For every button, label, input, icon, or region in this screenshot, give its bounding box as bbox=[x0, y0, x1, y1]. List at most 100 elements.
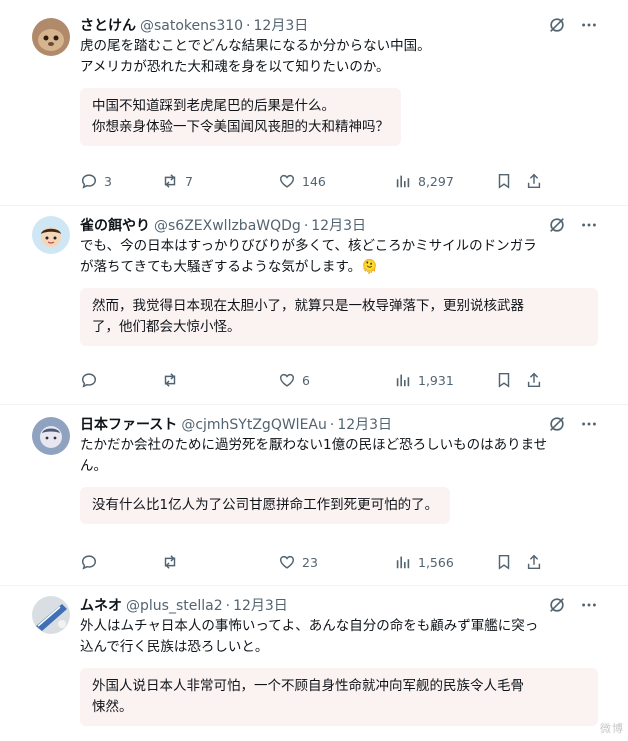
reply-button[interactable] bbox=[80, 553, 161, 571]
share-icon bbox=[525, 172, 543, 190]
translation-box: 外国人说日本人非常可怕，一个不顾自身性命就冲向军舰的民族令人毛骨 悚然。 bbox=[80, 668, 598, 726]
post-header: さとけん @satokens310 · 12月3日 bbox=[80, 16, 598, 36]
grok-icon[interactable] bbox=[548, 596, 566, 618]
author-name[interactable]: さとけん bbox=[80, 16, 136, 36]
post-4[interactable]: ムネオ @plus_stella2 · 12月3日 外人はムチャ日本人の事怖いっ… bbox=[0, 586, 628, 741]
separator-dot: · bbox=[246, 16, 250, 36]
view-count: 8,297 bbox=[418, 174, 454, 189]
reply-feed: さとけん @satokens310 · 12月3日 虎の尾を踏むことでどんな結果… bbox=[0, 0, 628, 741]
share-button[interactable] bbox=[525, 172, 555, 190]
watermark: 微博 bbox=[600, 720, 624, 736]
post-text-line: ん。 bbox=[80, 456, 598, 477]
translation-line: 然而，我觉得日本现在太胆小了，就算只是一枚导弹落下，更别说核武器 bbox=[92, 296, 586, 317]
repost-button[interactable] bbox=[161, 371, 278, 389]
post-text-line: が落ちてきても大騒ぎするような気がします。🫠 bbox=[80, 257, 598, 278]
like-count: 146 bbox=[302, 174, 326, 189]
like-button[interactable]: 146 bbox=[278, 172, 394, 190]
post-text-line: 外人はムチャ日本人の事怖いってよ、あんな自分の命をも顧みず軍艦に突っ bbox=[80, 616, 598, 637]
translation-line: 了，他们都会大惊小怪。 bbox=[92, 317, 586, 338]
post-text: 虎の尾を踏むことでどんな結果になるか分からない中国。 アメリカが恐れた大和魂を身… bbox=[80, 36, 598, 78]
bookmark-icon bbox=[495, 172, 513, 190]
share-icon bbox=[525, 553, 543, 571]
grok-icon[interactable] bbox=[548, 216, 566, 238]
post-date[interactable]: 12月3日 bbox=[337, 415, 392, 435]
view-count: 1,566 bbox=[418, 555, 454, 570]
more-options-icon[interactable] bbox=[580, 216, 598, 238]
author-name[interactable]: ムネオ bbox=[80, 596, 122, 616]
post-3[interactable]: 日本ファースト @cjmhSYtZgQWlEAu · 12月3日 たかだか会社の… bbox=[0, 405, 628, 586]
like-button[interactable]: 6 bbox=[278, 371, 394, 389]
author-name[interactable]: 雀の餌やり bbox=[80, 216, 150, 236]
reply-button[interactable]: 3 bbox=[80, 172, 161, 190]
repost-count: 7 bbox=[185, 174, 193, 189]
bookmark-button[interactable] bbox=[495, 371, 525, 389]
heart-icon bbox=[278, 371, 296, 389]
author-handle[interactable]: @plus_stella2 bbox=[126, 596, 223, 616]
bookmark-icon bbox=[495, 371, 513, 389]
action-bar: 23 1,566 bbox=[80, 553, 598, 571]
post-text-line: でも、今の日本はすっかりびびりが多くて、核どころかミサイルのドンガラ bbox=[80, 236, 598, 257]
post-text-line: たかだか会社のために過労死を厭わない1億の民ほど恐ろしいものはありませ bbox=[80, 435, 598, 456]
bookmark-icon bbox=[495, 553, 513, 571]
like-count: 23 bbox=[302, 555, 318, 570]
translation-box: 没有什么比1亿人为了公司甘愿拼命工作到死更可怕的了。 bbox=[80, 487, 450, 524]
analytics-icon bbox=[394, 172, 412, 190]
heart-icon bbox=[278, 172, 296, 190]
view-count: 1,931 bbox=[418, 373, 454, 388]
separator-dot: · bbox=[226, 596, 230, 616]
post-text-line: アメリカが恐れた大和魂を身を以て知りたいのか。 bbox=[80, 57, 598, 78]
repost-icon bbox=[161, 371, 179, 389]
bookmark-button[interactable] bbox=[495, 172, 525, 190]
grok-icon[interactable] bbox=[548, 415, 566, 437]
action-bar: 3 7 146 8,297 bbox=[80, 172, 598, 190]
separator-dot: · bbox=[304, 216, 308, 236]
views-button[interactable]: 1,566 bbox=[394, 553, 495, 571]
separator-dot: · bbox=[330, 415, 334, 435]
avatar[interactable] bbox=[32, 18, 70, 56]
translation-line: 你想亲身体验一下令美国闻风丧胆的大和精神吗？ bbox=[92, 117, 389, 138]
grok-icon[interactable] bbox=[548, 16, 566, 38]
author-handle[interactable]: @satokens310 bbox=[140, 16, 243, 36]
translation-line: 没有什么比1亿人为了公司甘愿拼命工作到死更可怕的了。 bbox=[92, 495, 438, 516]
repost-button[interactable] bbox=[161, 553, 278, 571]
post-text-line: 虎の尾を踏むことでどんな結果になるか分からない中国。 bbox=[80, 36, 598, 57]
more-options-icon[interactable] bbox=[580, 596, 598, 618]
repost-button[interactable]: 7 bbox=[161, 172, 278, 190]
like-button[interactable]: 23 bbox=[278, 553, 394, 571]
more-options-icon[interactable] bbox=[580, 415, 598, 437]
post-header: 雀の餌やり @s6ZEXwllzbaWQDg · 12月3日 bbox=[80, 216, 598, 236]
repost-icon bbox=[161, 172, 179, 190]
translation-line: 悚然。 bbox=[92, 697, 586, 718]
heart-icon bbox=[278, 553, 296, 571]
author-handle[interactable]: @s6ZEXwllzbaWQDg bbox=[154, 216, 301, 236]
post-1[interactable]: さとけん @satokens310 · 12月3日 虎の尾を踏むことでどんな結果… bbox=[0, 0, 628, 206]
share-icon bbox=[525, 371, 543, 389]
more-options-icon[interactable] bbox=[580, 16, 598, 38]
like-count: 6 bbox=[302, 373, 310, 388]
post-date[interactable]: 12月3日 bbox=[233, 596, 288, 616]
post-header: ムネオ @plus_stella2 · 12月3日 bbox=[80, 596, 598, 616]
post-date[interactable]: 12月3日 bbox=[254, 16, 309, 36]
reply-icon bbox=[80, 371, 98, 389]
post-2[interactable]: 雀の餌やり @s6ZEXwllzbaWQDg · 12月3日 でも、今の日本はす… bbox=[0, 206, 628, 405]
post-header: 日本ファースト @cjmhSYtZgQWlEAu · 12月3日 bbox=[80, 415, 598, 435]
author-name[interactable]: 日本ファースト bbox=[80, 415, 177, 435]
reply-icon bbox=[80, 553, 98, 571]
avatar[interactable] bbox=[32, 216, 70, 254]
views-button[interactable]: 8,297 bbox=[394, 172, 495, 190]
analytics-icon bbox=[394, 553, 412, 571]
bookmark-button[interactable] bbox=[495, 553, 525, 571]
translation-line: 外国人说日本人非常可怕，一个不顾自身性命就冲向军舰的民族令人毛骨 bbox=[92, 676, 586, 697]
views-button[interactable]: 1,931 bbox=[394, 371, 495, 389]
post-text-line: 込んで行く民族は恐ろしいと。 bbox=[80, 637, 598, 658]
share-button[interactable] bbox=[525, 553, 555, 571]
share-button[interactable] bbox=[525, 371, 555, 389]
reply-button[interactable] bbox=[80, 371, 161, 389]
post-text: 外人はムチャ日本人の事怖いってよ、あんな自分の命をも顧みず軍艦に突っ 込んで行く… bbox=[80, 616, 598, 658]
author-handle[interactable]: @cjmhSYtZgQWlEAu bbox=[181, 415, 327, 435]
translation-box: 然而，我觉得日本现在太胆小了，就算只是一枚导弹落下，更别说核武器 了，他们都会大… bbox=[80, 288, 598, 346]
reply-icon bbox=[80, 172, 98, 190]
post-date[interactable]: 12月3日 bbox=[311, 216, 366, 236]
avatar[interactable] bbox=[32, 596, 70, 634]
avatar[interactable] bbox=[32, 417, 70, 455]
